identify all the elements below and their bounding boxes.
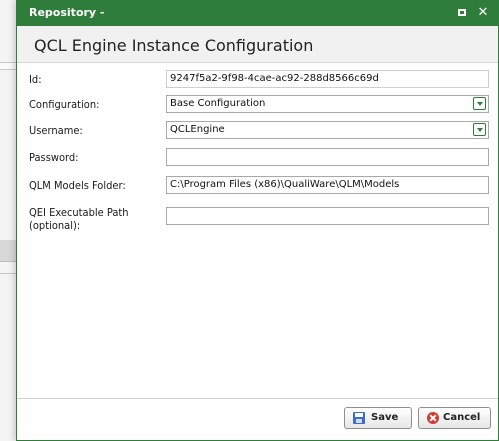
password-field[interactable] (166, 148, 489, 166)
floppy-disk-icon (353, 412, 365, 424)
models-folder-label: QLM Models Folder: (29, 179, 126, 192)
username-label: Username: (29, 124, 83, 137)
username-select[interactable]: QCLEngine (166, 121, 489, 139)
qei-path-field[interactable] (166, 207, 489, 225)
configuration-dialog: Repository - ✕ QCL Engine Instance Confi… (16, 0, 499, 441)
configuration-label: Configuration: (29, 98, 100, 111)
dialog-title: Repository - (29, 6, 105, 19)
maximize-icon[interactable] (454, 5, 470, 21)
cancel-label: Cancel (443, 412, 481, 423)
chevron-down-icon[interactable] (473, 97, 486, 110)
close-icon[interactable]: ✕ (475, 5, 491, 21)
configuration-value: Base Configuration (170, 98, 266, 109)
configuration-select[interactable]: Base Configuration (166, 95, 489, 113)
username-value: QCLEngine (170, 124, 225, 135)
id-field: 9247f5a2-9f98-4cae-ac92-288d8566c69d (166, 70, 489, 88)
save-button[interactable]: Save (344, 407, 412, 429)
cancel-icon (427, 412, 439, 424)
qei-path-label-line2: (optional): (29, 219, 81, 232)
id-label: Id: (29, 73, 42, 86)
dialog-header: QCL Engine Instance Configuration (17, 26, 498, 63)
models-folder-field[interactable]: C:\Program Files (x86)\QualiWare\QLM\Mod… (166, 176, 489, 194)
password-label: Password: (29, 151, 79, 164)
dialog-footer: Save Cancel (17, 398, 498, 440)
page-title: QCL Engine Instance Configuration (34, 36, 314, 55)
save-label: Save (371, 412, 399, 423)
dialog-titlebar[interactable]: Repository - ✕ (17, 0, 498, 26)
cancel-button[interactable]: Cancel (418, 407, 491, 429)
chevron-down-icon[interactable] (473, 123, 486, 136)
qei-path-label-line1: QEI Executable Path (29, 206, 129, 219)
